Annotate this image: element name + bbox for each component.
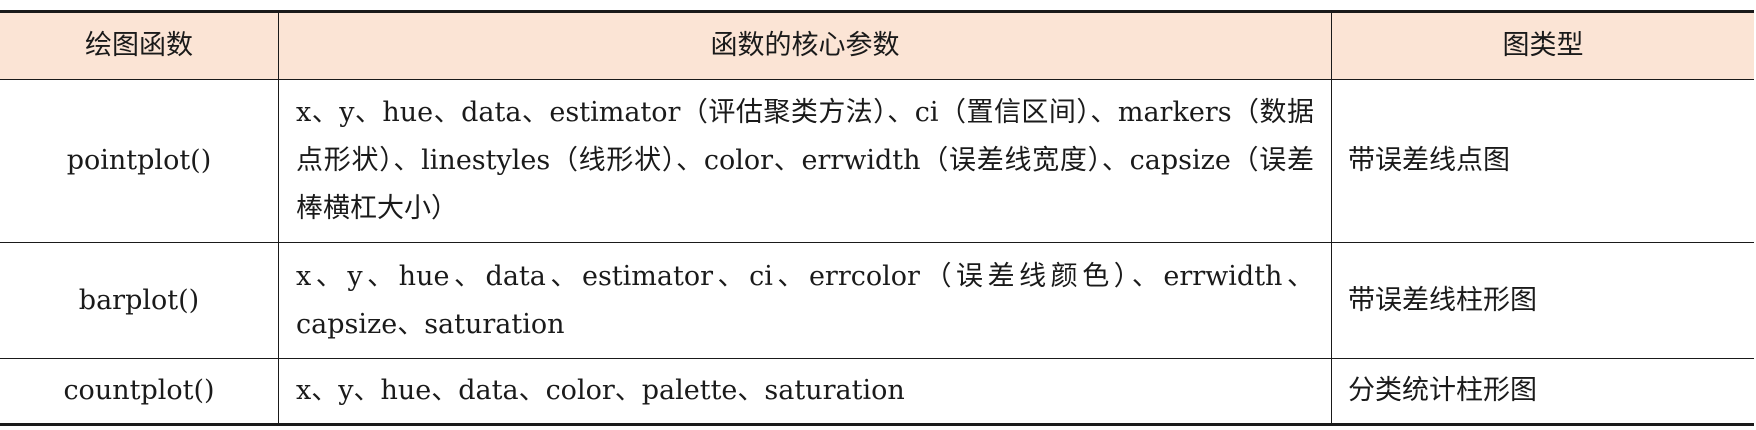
params-cell: x、y、hue、data、estimator、ci、errcolor（误差线颜色… xyxy=(278,242,1332,359)
function-cell: pointplot() xyxy=(0,79,279,243)
chart-type-cell: 带误差线柱形图 xyxy=(1331,242,1754,359)
plot-functions-table: 绘图函数 函数的核心参数 图类型 pointplot() x、y、hue、dat… xyxy=(0,10,1754,426)
table-header-row: 绘图函数 函数的核心参数 图类型 xyxy=(0,11,1754,80)
table-row: countplot() x、y、hue、data、color、palette、s… xyxy=(0,358,1754,425)
params-cell: x、y、hue、data、color、palette、saturation xyxy=(278,358,1332,425)
table-row: barplot() x、y、hue、data、estimator、ci、errc… xyxy=(0,242,1754,359)
table-row: pointplot() x、y、hue、data、estimator（评估聚类方… xyxy=(0,79,1754,243)
function-cell: barplot() xyxy=(0,242,279,359)
parameter-table-container: 绘图函数 函数的核心参数 图类型 pointplot() x、y、hue、dat… xyxy=(0,10,1754,426)
chart-type-cell: 带误差线点图 xyxy=(1331,79,1754,243)
function-cell: countplot() xyxy=(0,358,279,425)
header-chart-type: 图类型 xyxy=(1331,11,1754,80)
chart-type-cell: 分类统计柱形图 xyxy=(1348,375,1537,406)
header-plot-function: 绘图函数 xyxy=(0,11,279,80)
header-core-params: 函数的核心参数 xyxy=(278,11,1332,80)
params-cell: x、y、hue、data、estimator（评估聚类方法）、ci（置信区间）、… xyxy=(278,79,1332,243)
